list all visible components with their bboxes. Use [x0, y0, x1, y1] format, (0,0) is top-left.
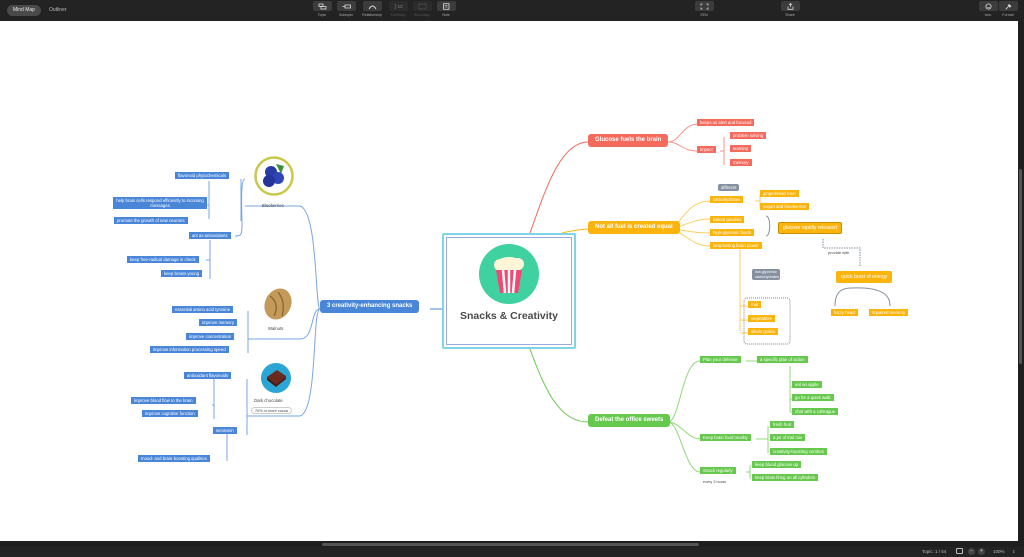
blueberries-icon	[254, 156, 294, 196]
node-quick-burst[interactable]: quick burst of energy	[836, 271, 893, 283]
node-whole-grains[interactable]: whole grains	[748, 328, 779, 336]
format-panel-button[interactable]: Format	[998, 1, 1018, 17]
node-vegetables[interactable]: vegetables	[748, 315, 775, 323]
mind-map-canvas[interactable]: Snacks & Creativity 3 creativity-enhanci…	[0, 21, 1018, 541]
chocolate-label: Dark chocolate	[254, 398, 283, 403]
node-improve-memory[interactable]: improve memory	[199, 319, 237, 327]
node-serotonin[interactable]: serotonin	[213, 427, 237, 435]
node-brain-cells[interactable]: help brain cells respond efficiently to …	[113, 197, 207, 210]
node-impaired-memory[interactable]: impaired memory	[869, 309, 909, 317]
central-topic-title: Snacks & Creativity	[459, 310, 559, 322]
topic-fuel[interactable]: Not all fuel is created equal	[588, 221, 680, 235]
node-high-glycemic[interactable]: high-glycemic foods	[710, 229, 754, 237]
relationship-button[interactable]: Relationship	[362, 1, 382, 17]
relationship-label[interactable]: provide with	[828, 250, 849, 255]
status-bar: Topic: 1 / 54 − + 100% ⇕	[0, 547, 1024, 557]
zoom-dropdown-icon[interactable]: ⇕	[1012, 549, 1015, 554]
node-chat-colleague[interactable]: chat with a colleague	[792, 408, 839, 416]
topic-defeat[interactable]: Defeat the office sweets	[588, 414, 671, 428]
node-blood-glucose[interactable]: keep blood glucose up	[752, 461, 802, 469]
node-fuzzy-head[interactable]: fuzzy head	[831, 309, 858, 317]
share-button[interactable]: Share	[780, 1, 800, 17]
node-quick-walk[interactable]: go for a quick walk	[792, 394, 834, 402]
node-brain-food-nearby[interactable]: Keep brain food nearby	[700, 434, 751, 442]
snack-note: every 3 hours	[700, 479, 730, 484]
node-fruit[interactable]: fruit	[748, 301, 762, 309]
node-long-lasting[interactable]: long-lasting brain power	[710, 242, 762, 250]
link-central-glucose	[529, 141, 589, 234]
share-icon	[787, 2, 793, 10]
node-combos[interactable]: creativity-boosting combos	[770, 448, 827, 456]
node-cognitive[interactable]: improve cognitive function	[142, 410, 198, 418]
topic-icon	[318, 3, 326, 9]
node-carbohydrates[interactable]: carbohydrates	[710, 196, 744, 204]
tab-mind-map[interactable]: Mind Map	[7, 5, 41, 16]
subtopic-icon	[342, 4, 351, 8]
blueberries-label: Blueberries	[262, 203, 284, 208]
node-free-radical[interactable]: keep free-radical damage in check	[127, 256, 199, 264]
node-memory[interactable]: memory	[730, 159, 752, 167]
node-antioxidants[interactable]: act as antioxidants	[189, 232, 231, 240]
fullscreen-icon	[700, 3, 708, 9]
node-brain-firing[interactable]: keep brain firing on all cylinders	[752, 474, 819, 482]
zoom-in-button[interactable]: +	[978, 548, 985, 555]
node-blood-flow[interactable]: improve blood flow to the brain	[131, 397, 196, 405]
summary-button[interactable]: Summary	[388, 1, 408, 17]
node-specific-plan[interactable]: a specific plan of action	[757, 356, 808, 364]
node-neurons[interactable]: promote the growth of new neurons	[114, 217, 188, 225]
summary-icon	[394, 3, 402, 9]
walnuts-label: Walnuts	[268, 326, 284, 331]
node-trail-mix[interactable]: a jar of trail mix	[770, 434, 806, 442]
note-button[interactable]: Note	[436, 1, 456, 17]
node-impact[interactable]: impact	[697, 146, 716, 154]
node-baked-goodies[interactable]: Baked goodies	[710, 216, 745, 224]
note-icon	[442, 2, 449, 10]
node-plan-defense[interactable]: Plan your defense	[700, 356, 741, 364]
toolbar: Mind Map Outliner Topic Subtopic Relatio…	[0, 0, 1024, 21]
topic-glucose[interactable]: Glucose fuels the brain	[588, 134, 669, 148]
node-concentration[interactable]: improve concentration	[186, 333, 235, 341]
node-tyrosine[interactable]: essential amino acid tyrosine	[172, 306, 234, 314]
map-view-icon[interactable]	[956, 548, 963, 554]
node-gingerbread[interactable]: gingerbread men	[760, 190, 799, 198]
paintbrush-icon	[1004, 3, 1011, 10]
summary-glucose-released[interactable]: glucose rapidly released	[778, 222, 842, 234]
node-antioxidant-flavonoids[interactable]: antioxidant flavonoids	[184, 372, 232, 380]
node-mood[interactable]: mood- and brain-boosting qualities	[138, 455, 210, 463]
zen-button[interactable]: ZEN	[694, 1, 714, 17]
tab-outliner[interactable]: Outliner	[43, 5, 73, 16]
walnut-icon	[264, 288, 292, 320]
node-processing-speed[interactable]: improve information processing speed	[150, 346, 229, 354]
callout-low-glycemic[interactable]: low-glycemic carbohydrates	[752, 269, 780, 281]
vertical-scrollbar[interactable]	[1018, 21, 1024, 541]
vertical-scroll-thumb[interactable]	[1019, 169, 1022, 364]
node-brains-young[interactable]: keep brains young	[161, 270, 203, 278]
central-topic[interactable]: Snacks & Creativity	[442, 233, 576, 349]
chocolate-icon	[261, 363, 291, 393]
zoom-level[interactable]: 100%	[993, 549, 1005, 554]
smiley-icon	[985, 3, 991, 9]
node-learning[interactable]: learning	[730, 145, 752, 153]
zoom-out-button[interactable]: −	[968, 548, 975, 555]
link-central-defeat	[529, 348, 589, 423]
topic-snacks[interactable]: 3 creativity-enhancing snacks	[320, 300, 420, 314]
popcorn-icon	[479, 244, 539, 304]
node-yogurt[interactable]: yogurt and blueberries	[760, 203, 809, 211]
node-eat-apple[interactable]: eat an apple	[792, 381, 822, 389]
node-fresh-fruit[interactable]: fresh fruit	[770, 421, 794, 429]
topic-count: Topic: 1 / 54	[922, 549, 947, 554]
node-alert[interactable]: keeps us alert and focused	[697, 119, 755, 127]
topic-button[interactable]: Topic	[312, 1, 332, 17]
boundary-icon	[418, 3, 426, 9]
horizontal-scroll-thumb[interactable]	[322, 543, 699, 546]
callout-different[interactable]: different	[718, 184, 740, 192]
relationship-icon	[368, 5, 376, 9]
node-problem-solving[interactable]: problem solving	[730, 132, 767, 140]
subtopic-button[interactable]: Subtopic	[336, 1, 356, 17]
node-flavonoid[interactable]: flavonoid phytochemicals	[175, 172, 230, 180]
chocolate-note: 70% or more cocoa	[251, 407, 292, 414]
node-snack-regularly[interactable]: Snack regularly	[700, 467, 736, 475]
boundary-button[interactable]: Boundary	[412, 1, 432, 17]
